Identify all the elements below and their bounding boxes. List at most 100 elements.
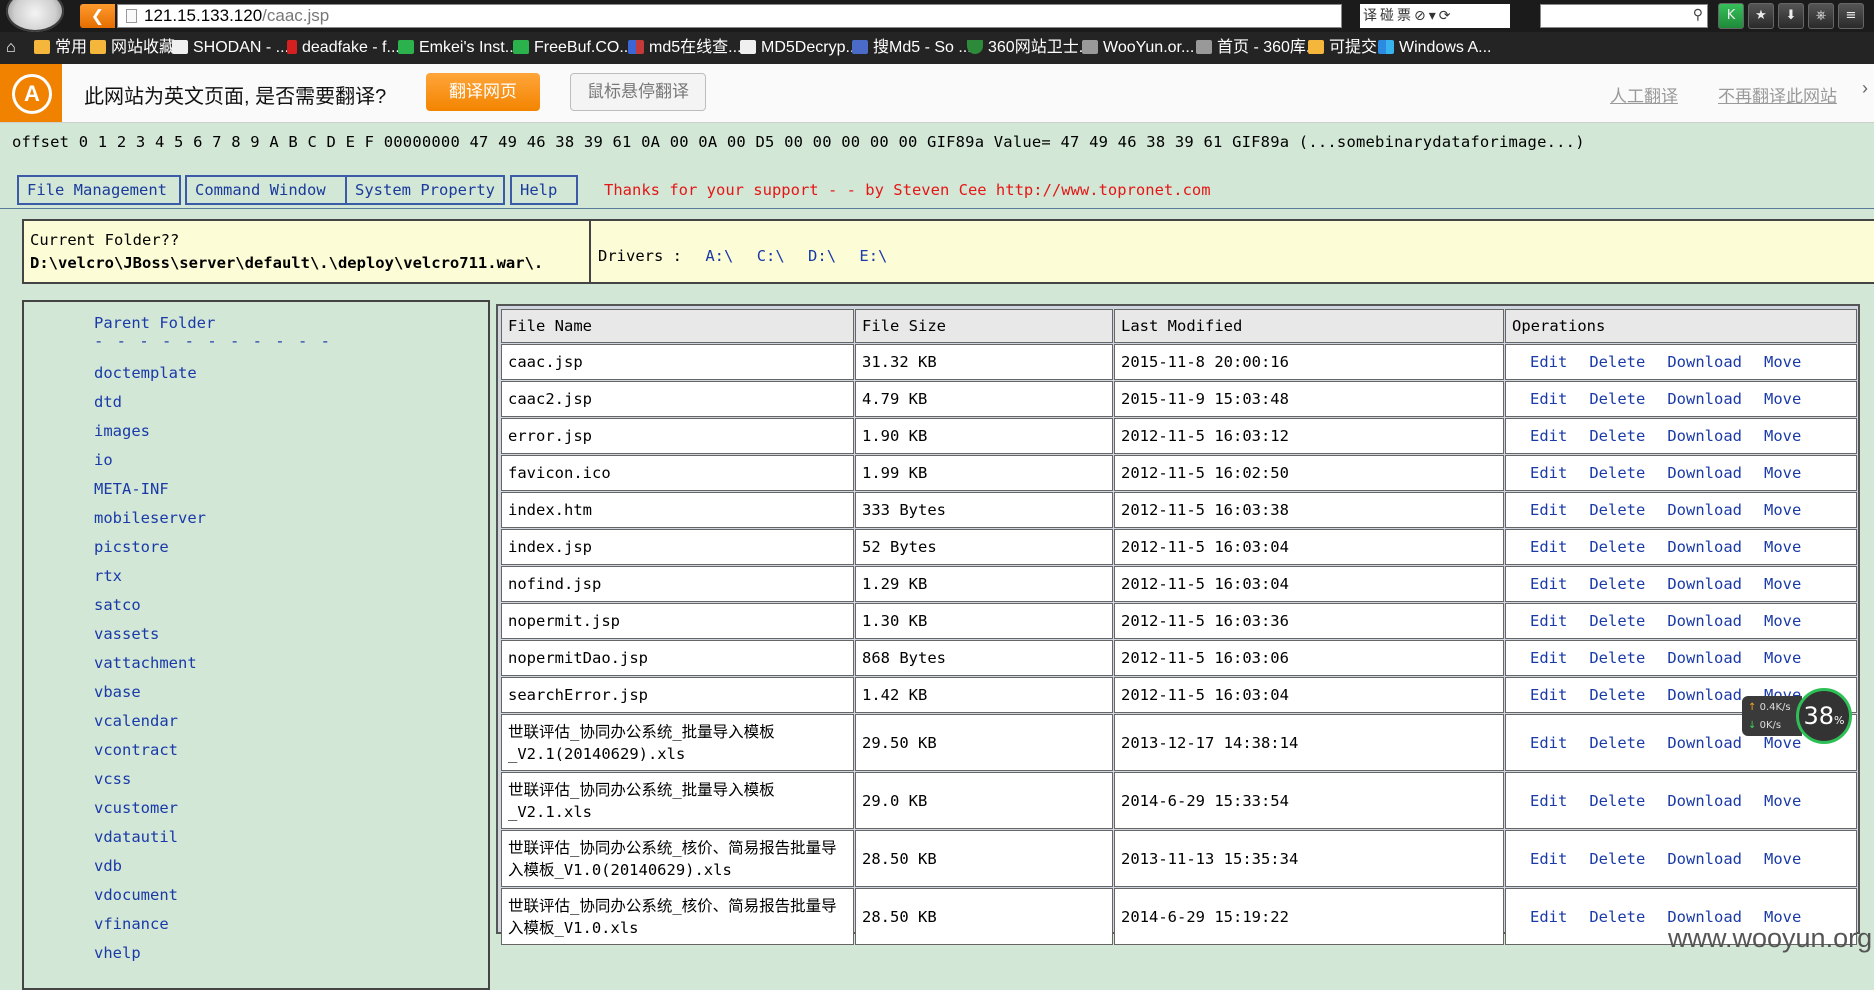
folder-link[interactable]: rtx [94, 567, 122, 585]
address-bar-icon[interactable]: ⟳ [1439, 4, 1451, 28]
edit-link[interactable]: Edit [1530, 538, 1567, 556]
download-link[interactable]: Download [1667, 649, 1742, 667]
back-button[interactable]: ❮ [80, 4, 115, 28]
drive-e-link[interactable]: E:\ [859, 247, 887, 265]
delete-link[interactable]: Delete [1589, 575, 1645, 593]
bookmark-item[interactable]: WooYun.or... [1082, 32, 1194, 64]
delete-link[interactable]: Delete [1589, 464, 1645, 482]
address-bar-icon[interactable]: 译 [1363, 4, 1377, 28]
edit-link[interactable]: Edit [1530, 464, 1567, 482]
menu-system-property[interactable]: System Property [345, 175, 505, 205]
edit-link[interactable]: Edit [1530, 850, 1567, 868]
move-link[interactable]: Move [1764, 612, 1801, 630]
download-link[interactable]: Download [1667, 612, 1742, 630]
folder-link[interactable]: satco [94, 596, 141, 614]
drive-d-link[interactable]: D:\ [808, 247, 836, 265]
search-icon[interactable]: ⚲ [1693, 7, 1703, 23]
folder-link[interactable]: vdatautil [94, 828, 178, 846]
delete-link[interactable]: Delete [1589, 427, 1645, 445]
edit-link[interactable]: Edit [1530, 792, 1567, 810]
delete-link[interactable]: Delete [1589, 538, 1645, 556]
bookmark-item[interactable]: SHODAN - ... [172, 32, 289, 64]
manual-translate-link[interactable]: 人工翻译 [1610, 82, 1678, 107]
edit-link[interactable]: Edit [1530, 686, 1567, 704]
download-link[interactable]: Download [1667, 686, 1742, 704]
edit-link[interactable]: Edit [1530, 501, 1567, 519]
folder-link[interactable]: io [94, 451, 113, 469]
move-link[interactable]: Move [1764, 792, 1801, 810]
folder-link[interactable]: vhelp [94, 944, 141, 962]
folder-link[interactable]: dtd [94, 393, 122, 411]
edit-link[interactable]: Edit [1530, 427, 1567, 445]
move-link[interactable]: Move [1764, 575, 1801, 593]
folder-link[interactable]: vassets [94, 625, 159, 643]
bookmark-item[interactable]: Emkei's Inst... [398, 32, 518, 64]
edit-link[interactable]: Edit [1530, 390, 1567, 408]
folder-link[interactable]: vcalendar [94, 712, 178, 730]
menu-command-window[interactable]: Command Window [185, 175, 347, 205]
extension-k-icon[interactable]: K [1718, 3, 1744, 29]
address-bar[interactable]: 121.15.133.120/caac.jsp [117, 4, 1342, 28]
move-link[interactable]: Move [1764, 353, 1801, 371]
address-bar-icon[interactable]: 票 [1397, 4, 1411, 28]
move-link[interactable]: Move [1764, 427, 1801, 445]
move-link[interactable]: Move [1764, 649, 1801, 667]
translate-close-icon[interactable]: › [1862, 78, 1868, 99]
folder-link[interactable]: vcustomer [94, 799, 178, 817]
edit-link[interactable]: Edit [1530, 649, 1567, 667]
bookmark-item[interactable]: 360网站卫士... [967, 32, 1092, 64]
hover-translate-button[interactable]: 鼠标悬停翻译 [570, 73, 706, 111]
download-icon[interactable]: ⬇ [1778, 3, 1804, 29]
move-link[interactable]: Move [1764, 501, 1801, 519]
folder-link[interactable]: vattachment [94, 654, 197, 672]
folder-link[interactable]: vfinance [94, 915, 169, 933]
never-translate-link[interactable]: 不再翻译此网站 [1718, 82, 1837, 107]
home-icon[interactable]: ⌂ [6, 32, 16, 64]
bookmark-item[interactable]: MD5Decryp... [740, 32, 859, 64]
folder-link[interactable]: images [94, 422, 150, 440]
address-bar-icon[interactable]: 碰 [1380, 4, 1394, 28]
folder-link[interactable]: META-INF [94, 480, 169, 498]
delete-link[interactable]: Delete [1589, 850, 1645, 868]
delete-link[interactable]: Delete [1589, 908, 1645, 926]
delete-link[interactable]: Delete [1589, 612, 1645, 630]
browser-logo[interactable] [6, 0, 64, 32]
bookmark-item[interactable]: 常用 [34, 32, 87, 64]
edit-link[interactable]: Edit [1530, 353, 1567, 371]
bookmark-item[interactable]: 首页 - 360库... [1196, 32, 1319, 64]
download-link[interactable]: Download [1667, 538, 1742, 556]
folder-link[interactable]: vbase [94, 683, 141, 701]
folder-link[interactable]: vdocument [94, 886, 178, 904]
move-link[interactable]: Move [1764, 390, 1801, 408]
translate-page-button[interactable]: 翻译网页 [426, 73, 540, 111]
address-bar-icon[interactable]: ▾ [1429, 4, 1436, 28]
favorite-star-icon[interactable]: ★ [1748, 3, 1774, 29]
delete-link[interactable]: Delete [1589, 792, 1645, 810]
delete-link[interactable]: Delete [1589, 734, 1645, 752]
bookmark-item[interactable]: FreeBuf.CO... [513, 32, 633, 64]
delete-link[interactable]: Delete [1589, 686, 1645, 704]
bookmark-item[interactable]: md5在线查... [628, 32, 741, 64]
download-link[interactable]: Download [1667, 501, 1742, 519]
edit-link[interactable]: Edit [1530, 612, 1567, 630]
folder-link[interactable]: doctemplate [94, 364, 197, 382]
folder-link[interactable]: vcontract [94, 741, 178, 759]
drive-c-link[interactable]: C:\ [757, 247, 785, 265]
parent-folder-link[interactable]: Parent Folder [94, 314, 215, 332]
bookmark-item[interactable]: 搜Md5 - So ... [852, 32, 972, 64]
bookmark-item[interactable]: deadfake - f... [287, 32, 400, 64]
bookmark-item[interactable]: 可提交 [1308, 32, 1377, 64]
delete-link[interactable]: Delete [1589, 649, 1645, 667]
search-input[interactable]: ⚲ [1540, 4, 1708, 28]
folder-link[interactable]: mobileserver [94, 509, 206, 527]
download-link[interactable]: Download [1667, 464, 1742, 482]
delete-link[interactable]: Delete [1589, 353, 1645, 371]
delete-link[interactable]: Delete [1589, 501, 1645, 519]
download-link[interactable]: Download [1667, 353, 1742, 371]
edit-link[interactable]: Edit [1530, 575, 1567, 593]
move-link[interactable]: Move [1764, 850, 1801, 868]
menu-help[interactable]: Help [510, 175, 578, 205]
folder-link[interactable]: vcss [94, 770, 131, 788]
gamepad-icon[interactable]: ⎈ [1808, 3, 1834, 29]
drive-a-link[interactable]: A:\ [705, 247, 733, 265]
